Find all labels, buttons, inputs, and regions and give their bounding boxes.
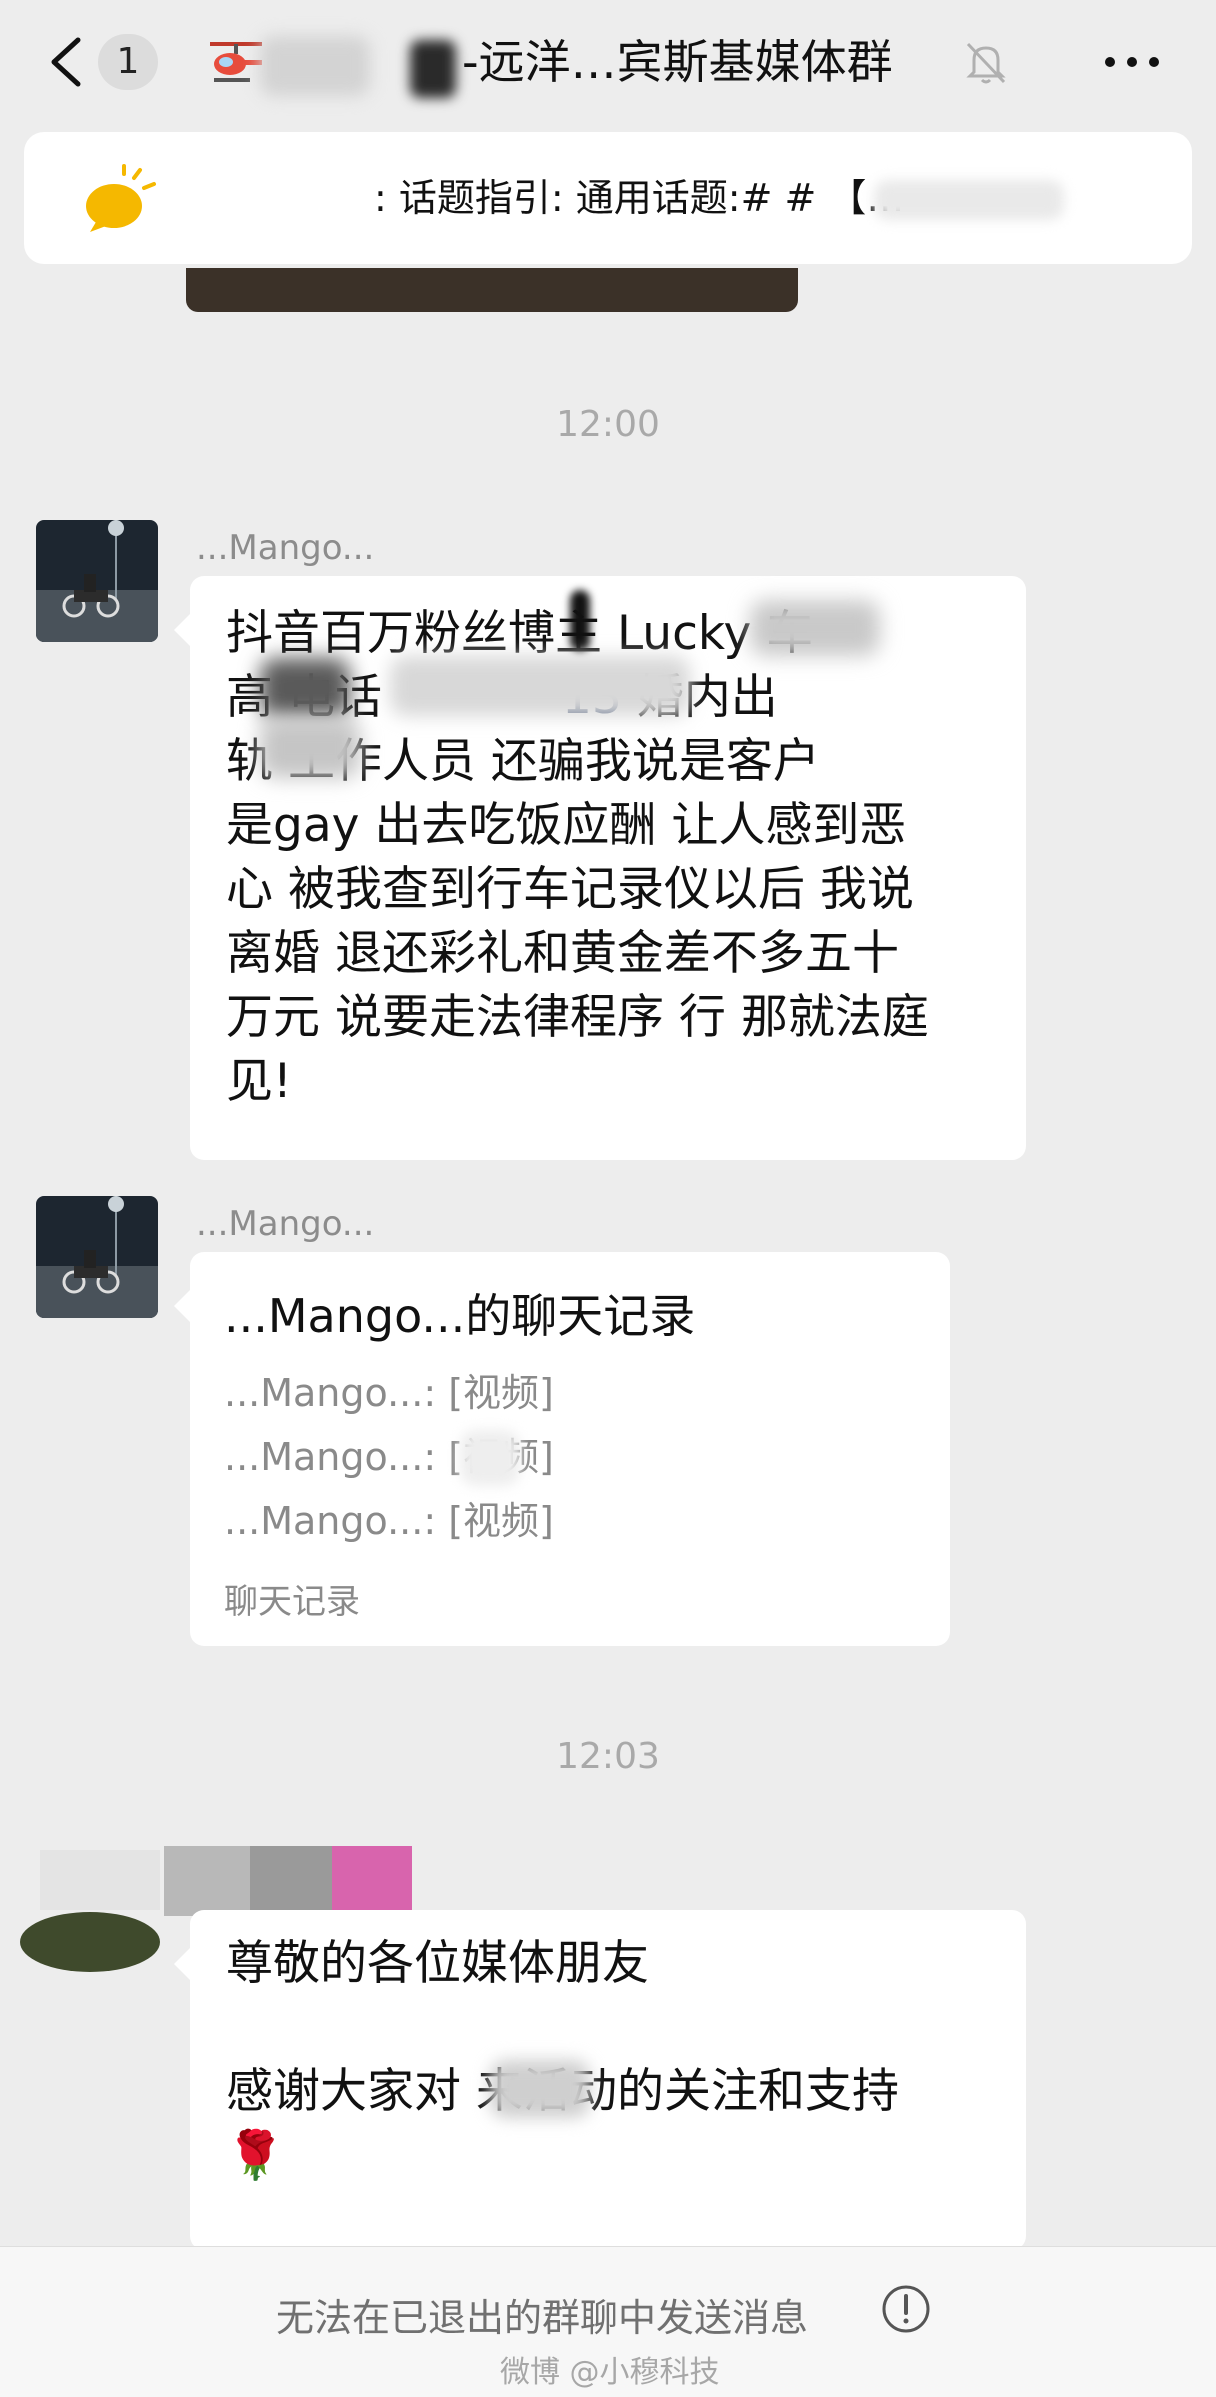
redacted-sender-name: [332, 1846, 412, 1916]
redacted-title-part: [260, 36, 370, 96]
helicopter-icon: [206, 38, 266, 90]
mute-bell-icon: [960, 36, 1012, 88]
more-options-button[interactable]: [1092, 36, 1172, 88]
redacted-topic-part: [874, 180, 1064, 220]
redaction-blur: [490, 2060, 590, 2118]
previous-image-message[interactable]: [186, 268, 798, 312]
unread-count-badge[interactable]: 1: [98, 34, 158, 90]
text-message-bubble[interactable]: 尊敬的各位媒体朋友 感谢大家对 来活动的关注和支持 🌹: [174, 1910, 1026, 2250]
chat-record-card[interactable]: ...Mango...的聊天记录 ...Mango...: [视频] ...Ma…: [174, 1252, 950, 1646]
message-text: 尊敬的各位媒体朋友 感谢大家对 来活动的关注和支持 🌹: [226, 1932, 986, 2188]
timestamp: 12:00: [556, 404, 660, 445]
redaction-blur: [460, 1430, 520, 1486]
message-line: 离婚 退还彩礼和黄金差不多五十: [226, 926, 899, 981]
rose-emoji: 🌹: [226, 2128, 285, 2183]
redaction-blur: [390, 656, 690, 716]
redaction-blur: [260, 658, 350, 718]
chat-header: 1 -远洋…宾斯基媒体群: [0, 0, 1216, 124]
topic-text: : 话题指引: 通用话题:# # 【…: [374, 176, 905, 220]
avatar[interactable]: [36, 520, 158, 642]
redaction-blur: [260, 718, 360, 778]
avatar[interactable]: [36, 1196, 158, 1318]
redacted-sender-name: [164, 1846, 250, 1916]
message-line: 万元 说要走法律程序 行 那就法庭: [226, 990, 929, 1045]
chat-record-title: ...Mango...的聊天记录: [224, 1289, 696, 1343]
input-disabled-bar: 无法在已退出的群聊中发送消息 微博 @小穆科技: [0, 2246, 1216, 2397]
speech-bubble-sun-icon: [74, 164, 166, 236]
redaction-blur: [570, 590, 590, 652]
message-line: 尊敬的各位媒体朋友: [226, 1936, 649, 1991]
more-dots-icon: [1105, 57, 1159, 67]
message-line: [226, 1996, 986, 2060]
sender-name: ...Mango...: [196, 1204, 375, 1244]
timestamp: 12:03: [556, 1736, 660, 1777]
redacted-sender-name: [250, 1846, 332, 1916]
back-arrow-icon: [51, 37, 81, 87]
redaction-blur: [750, 600, 880, 656]
info-icon[interactable]: [880, 2283, 932, 2335]
chat-record-footer: 聊天记录: [224, 1582, 360, 1622]
text-message-bubble[interactable]: 抖音百万粉丝博主 Lucky 车 高 电话13 婚内出 轨 工作人员 还骗我说是…: [174, 576, 1026, 1160]
chat-record-item: ...Mango...: [视频]: [224, 1499, 554, 1543]
chat-record-item: ...Mango...: [视频]: [224, 1371, 554, 1415]
redacted-title-part: [410, 40, 456, 98]
exited-group-notice: 无法在已退出的群聊中发送消息: [276, 2296, 809, 2340]
message-line: 感谢大家对 来活动的关注和支持: [226, 2064, 899, 2119]
back-button[interactable]: [38, 30, 98, 94]
message-line: 心 被我查到行车记录仪以后 我说: [226, 862, 914, 917]
weibo-watermark: 微博 @小穆科技: [500, 2355, 720, 2390]
avatar[interactable]: [10, 1850, 160, 1976]
sender-name: ...Mango...: [196, 528, 375, 568]
message-line: 见!: [226, 1054, 292, 1109]
pinned-topic-bar[interactable]: : 话题指引: 通用话题:# # 【…: [24, 132, 1192, 264]
message-line: 是gay 出去吃饭应酬 让人感到恶: [226, 798, 907, 853]
chat-screen: 1 -远洋…宾斯基媒体群: 话题指引: 通用话题:# # 【… 12:00 .…: [0, 0, 1216, 2397]
chat-title[interactable]: -远洋…宾斯基媒体群: [462, 30, 893, 94]
